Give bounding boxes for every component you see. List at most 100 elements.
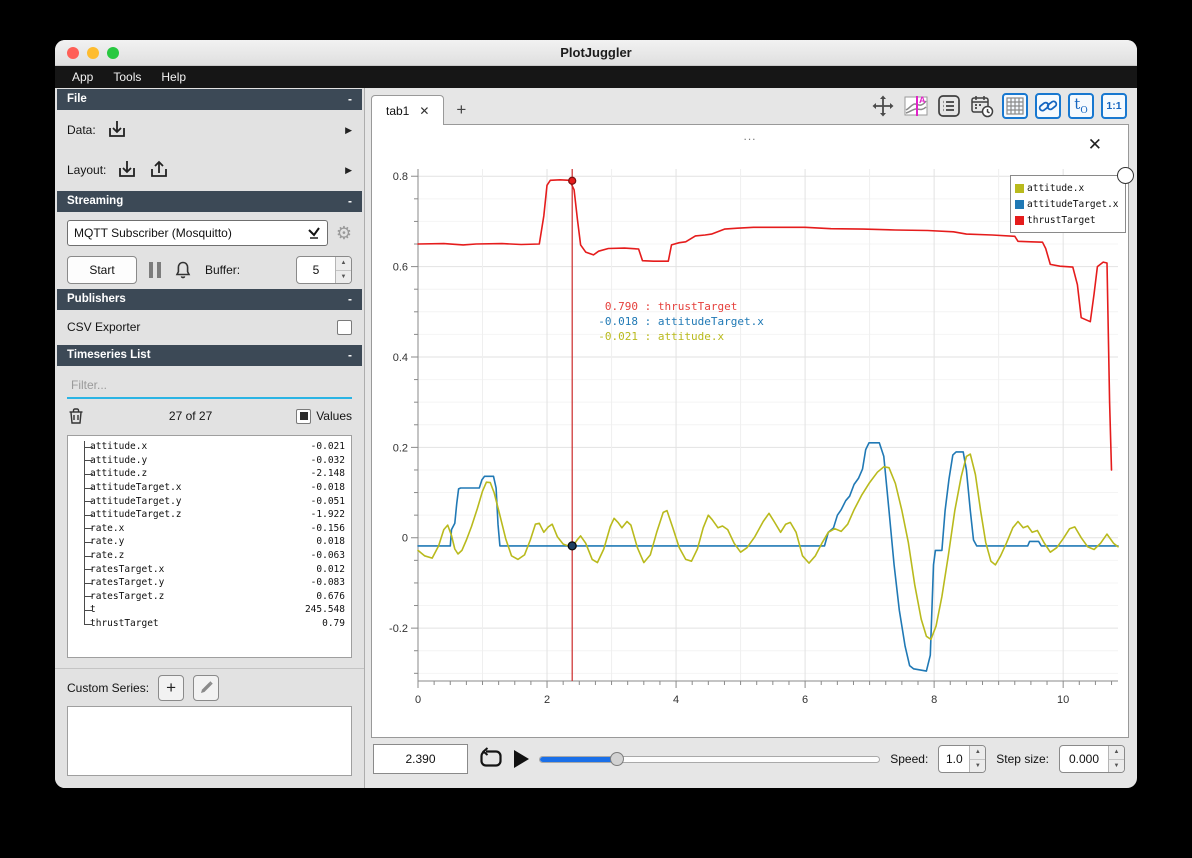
svg-text:-0.2: -0.2 xyxy=(389,623,408,635)
plot-pane: ... ✕ -0.2 0 0.2 0.4 0.6 0.8 0 2 4 6 8 10 attitude.… xyxy=(371,124,1134,738)
buffer-spinbox[interactable]: 5 ▲ ▼ xyxy=(296,256,352,284)
spin-down-icon[interactable]: ▼ xyxy=(970,760,985,773)
timeseries-row[interactable]: ratesTarget.x 0.012 xyxy=(68,562,345,576)
collapse-icon[interactable]: - xyxy=(348,194,352,208)
timeseries-row[interactable]: attitudeTarget.y -0.051 xyxy=(68,494,345,508)
timeseries-row[interactable]: rate.z -0.063 xyxy=(68,549,345,563)
buffer-label: Buffer: xyxy=(205,263,241,277)
grid-layout-icon[interactable] xyxy=(1002,93,1028,119)
csv-exporter-label: CSV Exporter xyxy=(67,320,141,334)
list-view-icon[interactable] xyxy=(936,93,962,119)
menu-item-tools[interactable]: Tools xyxy=(104,68,150,86)
legend-label: attitude.x xyxy=(1027,182,1085,194)
start-button[interactable]: Start xyxy=(67,256,137,284)
collapse-icon[interactable]: - xyxy=(348,348,352,362)
zoom-window-button[interactable] xyxy=(107,47,119,59)
plot-close-icon[interactable]: ✕ xyxy=(1088,135,1102,155)
spin-down-icon[interactable]: ▼ xyxy=(336,271,351,284)
timeseries-row[interactable]: ratesTarget.z 0.676 xyxy=(68,590,345,604)
svg-text:8: 8 xyxy=(931,694,937,706)
menu-item-app[interactable]: App xyxy=(63,68,102,86)
values-checkbox[interactable] xyxy=(296,408,312,424)
timeseries-row[interactable]: ratesTarget.y -0.083 xyxy=(68,576,345,590)
timeseries-row[interactable]: rate.y 0.018 xyxy=(68,535,345,549)
speed-label: Speed: xyxy=(890,752,929,766)
legend-item[interactable]: attitudeTarget.x xyxy=(1015,196,1119,212)
section-header-timeseries[interactable]: Timeseries List - xyxy=(57,345,362,366)
section-header-streaming[interactable]: Streaming - xyxy=(57,191,362,212)
tab-close-icon[interactable]: ✕ xyxy=(419,104,429,118)
spin-up-icon[interactable]: ▲ xyxy=(336,257,351,271)
timeseries-list[interactable]: attitude.x -0.021 attitude.y -0.032 attitude… xyxy=(67,435,352,658)
close-window-button[interactable] xyxy=(67,47,79,59)
play-button[interactable] xyxy=(514,750,529,768)
slider-handle[interactable] xyxy=(610,752,625,766)
title-bar: PlotJuggler xyxy=(55,40,1137,66)
timeseries-row[interactable]: t 245.548 xyxy=(68,603,345,617)
minimize-window-button[interactable] xyxy=(87,47,99,59)
timeseries-row[interactable]: attitude.y -0.032 xyxy=(68,454,345,468)
loop-icon[interactable] xyxy=(478,747,504,771)
timeseries-row[interactable]: attitude.z -2.148 xyxy=(68,467,345,481)
add-custom-series-button[interactable]: + xyxy=(158,674,185,701)
plot-legend[interactable]: attitude.x attitudeTarget.x thrustTarget xyxy=(1010,167,1134,233)
section-header-publishers[interactable]: Publishers - xyxy=(57,289,362,310)
legend-item[interactable]: attitude.x xyxy=(1015,180,1119,196)
tracker-tooltip-line: -0.021 : attitude.x xyxy=(598,330,725,343)
main-panel: tab1 ✕ + A tO 1:1 ... ✕ -0.2 0 0.2 0.4 0… xyxy=(365,88,1137,788)
link-axes-icon[interactable] xyxy=(1035,93,1061,119)
timeseries-row[interactable]: thrustTarget 0.79 xyxy=(68,617,345,631)
filter-input[interactable] xyxy=(67,374,352,399)
speed-spinbox[interactable]: 1.0 ▲ ▼ xyxy=(938,745,987,773)
svg-text:0.6: 0.6 xyxy=(393,262,408,274)
timeseries-value: 0.79 xyxy=(322,618,345,630)
legend-drag-handle[interactable] xyxy=(1116,167,1134,184)
spin-up-icon[interactable]: ▲ xyxy=(970,746,986,760)
load-data-icon[interactable] xyxy=(106,119,128,141)
trash-icon[interactable] xyxy=(67,407,85,425)
app-window: PlotJuggler App Tools Help File - Data: ▶ … xyxy=(55,40,1137,788)
collapse-icon[interactable]: - xyxy=(348,292,352,306)
save-layout-icon[interactable] xyxy=(148,159,170,181)
collapse-icon[interactable]: - xyxy=(348,92,352,106)
tab-bar: tab1 ✕ + A tO 1:1 xyxy=(365,88,1137,125)
edit-custom-series-button[interactable] xyxy=(193,674,220,701)
menu-item-help[interactable]: Help xyxy=(152,68,195,86)
layout-expander-icon[interactable]: ▶ xyxy=(345,165,352,176)
data-expander-icon[interactable]: ▶ xyxy=(345,125,352,136)
section-header-file[interactable]: File - xyxy=(57,89,362,110)
tab-tab1[interactable]: tab1 ✕ xyxy=(371,95,445,125)
add-tab-button[interactable]: + xyxy=(444,100,478,124)
bell-icon[interactable] xyxy=(173,260,193,280)
pane-splitter-dots[interactable]: ... xyxy=(743,129,756,143)
load-layout-icon[interactable] xyxy=(116,159,138,181)
move-tool-icon[interactable] xyxy=(870,93,896,119)
time-slider[interactable] xyxy=(539,751,881,767)
svg-text:0: 0 xyxy=(415,694,421,706)
csv-exporter-checkbox[interactable] xyxy=(337,319,352,335)
custom-series-list[interactable] xyxy=(67,706,352,776)
current-time-field[interactable]: 2.390 xyxy=(373,744,468,774)
plot-area[interactable]: -0.2 0 0.2 0.4 0.6 0.8 0 2 4 6 8 10 xyxy=(380,169,1126,722)
ratio-1-1-icon[interactable]: 1:1 xyxy=(1101,93,1127,119)
time-offset-icon[interactable]: tO xyxy=(1068,93,1094,119)
curve-editor-icon[interactable]: A xyxy=(903,93,929,119)
timeseries-name: rate.y xyxy=(90,536,125,548)
timeseries-value: -1.922 xyxy=(310,509,345,521)
timeseries-row[interactable]: attitudeTarget.x -0.018 xyxy=(68,481,345,495)
spin-down-icon[interactable]: ▼ xyxy=(1109,760,1124,773)
step-size-spinbox[interactable]: 0.000 ▲ ▼ xyxy=(1059,745,1125,773)
calendar-clock-icon[interactable] xyxy=(969,93,995,119)
streaming-source-select[interactable]: MQTT Subscriber (Mosquitto) xyxy=(67,220,328,246)
legend-item[interactable]: thrustTarget xyxy=(1015,212,1119,228)
values-label: Values xyxy=(316,409,352,423)
spin-up-icon[interactable]: ▲ xyxy=(1109,746,1124,760)
timeseries-row[interactable]: attitudeTarget.z -1.922 xyxy=(68,508,345,522)
timeseries-row[interactable]: attitude.x -0.021 xyxy=(68,440,345,454)
gear-icon[interactable]: ⚙ xyxy=(336,224,352,242)
timeseries-value: -2.148 xyxy=(310,468,345,480)
timeseries-row[interactable]: rate.x -0.156 xyxy=(68,522,345,536)
pause-icon[interactable] xyxy=(149,262,161,278)
timeseries-value: -0.032 xyxy=(310,454,345,466)
timeseries-name: rate.x xyxy=(90,522,125,534)
